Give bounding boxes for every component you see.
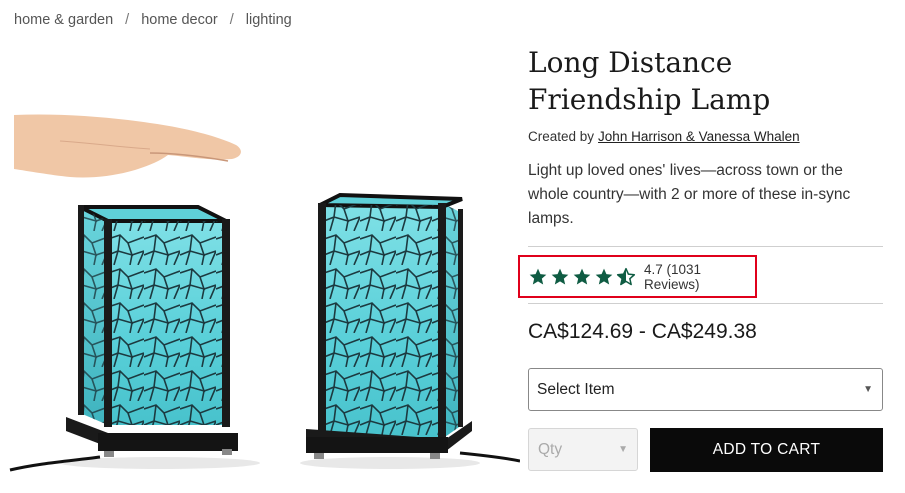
rating-summary[interactable]: 4.7 (1031 Reviews) xyxy=(518,255,757,298)
creator-link[interactable]: John Harrison & Vanessa Whalen xyxy=(598,129,800,144)
select-item-value: Select Item xyxy=(537,380,615,398)
breadcrumb-separator: / xyxy=(125,12,130,28)
star-icon xyxy=(573,268,591,284)
product-title: Long Distance Friendship Lamp xyxy=(528,46,771,116)
breadcrumb: home & garden / home decor / lighting xyxy=(14,12,292,28)
product-creator: Created by John Harrison & Vanessa Whalen xyxy=(528,129,800,144)
caret-down-icon: ▼ xyxy=(863,384,873,395)
add-to-cart-button[interactable]: ADD TO CART xyxy=(650,428,883,472)
breadcrumb-home-decor[interactable]: home decor xyxy=(141,12,218,28)
product-image[interactable] xyxy=(0,95,521,493)
left-lamp xyxy=(66,205,238,457)
rating-text[interactable]: 4.7 (1031 Reviews) xyxy=(644,262,755,292)
product-description: Light up loved ones' lives—across town o… xyxy=(528,162,851,227)
breadcrumb-home-garden[interactable]: home & garden xyxy=(14,12,113,28)
created-by-label: Created by xyxy=(528,129,595,144)
star-icon xyxy=(595,268,613,284)
product-price: CA$124.69 - CA$249.38 xyxy=(528,320,757,343)
select-item-dropdown[interactable]: Select Item ▼ xyxy=(528,368,883,411)
divider xyxy=(528,303,883,304)
caret-down-icon: ▼ xyxy=(618,444,628,455)
rating-stars xyxy=(528,267,638,287)
breadcrumb-separator: / xyxy=(229,12,234,28)
half-star-icon xyxy=(616,267,636,285)
right-lamp xyxy=(306,192,472,459)
qty-placeholder: Qty xyxy=(538,440,563,458)
divider xyxy=(528,246,883,247)
breadcrumb-lighting[interactable]: lighting xyxy=(246,12,292,28)
hand-illustration xyxy=(14,114,241,178)
star-icon xyxy=(551,268,569,284)
qty-dropdown[interactable]: Qty ▼ xyxy=(528,428,638,471)
star-icon xyxy=(529,268,547,284)
